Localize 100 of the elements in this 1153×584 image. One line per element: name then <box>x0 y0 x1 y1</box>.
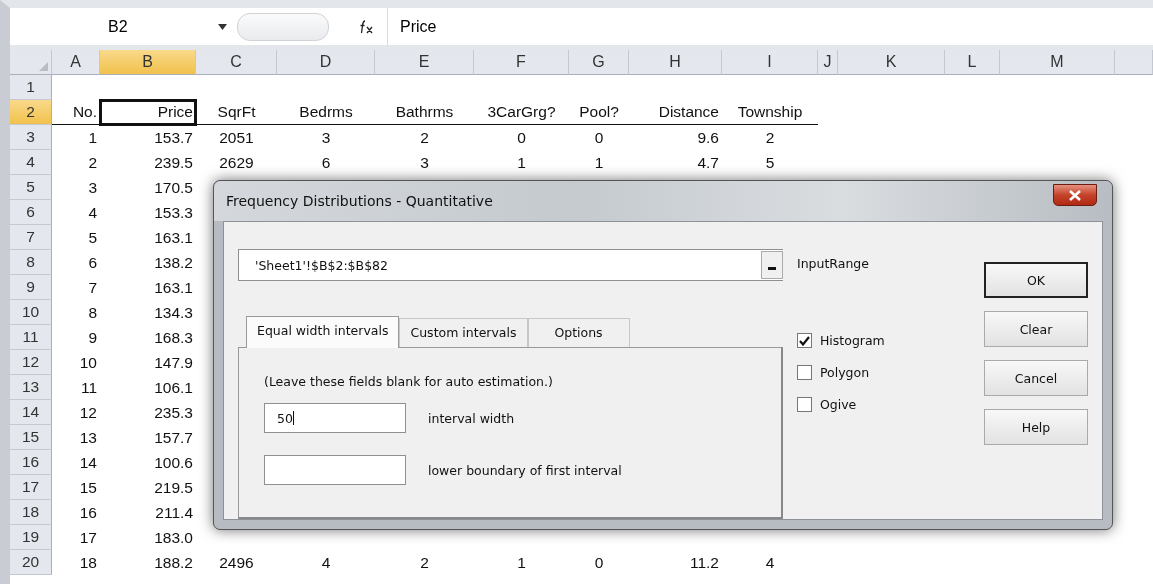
dialog-button[interactable]: Cancel <box>984 360 1088 396</box>
column-header[interactable]: A <box>52 50 100 75</box>
table-cell-text: 6 <box>87 252 98 273</box>
checkbox[interactable] <box>796 365 812 380</box>
row-header[interactable]: 18 <box>10 500 52 525</box>
table-cell-text: 7 <box>87 277 98 298</box>
row-header[interactable]: 1 <box>10 75 52 100</box>
row-header[interactable]: 6 <box>10 200 52 225</box>
column-header[interactable]: L <box>945 50 1000 75</box>
row-header[interactable]: 12 <box>10 350 52 375</box>
checkbox[interactable] <box>796 333 812 348</box>
column-header[interactable]: M <box>1000 50 1115 75</box>
table-cell-text: 2629 <box>218 152 255 173</box>
column-header[interactable]: C <box>196 50 277 75</box>
column-header[interactable]: E <box>375 50 474 75</box>
dropdown-caret-icon[interactable] <box>218 23 227 30</box>
table-cell-text: 2 <box>419 127 430 148</box>
hint-text: (Leave these fields blank for auto estimation.) <box>264 374 554 389</box>
dialog-button[interactable]: Help <box>984 409 1088 445</box>
close-icon <box>1069 189 1081 201</box>
tab[interactable]: Options <box>527 318 630 347</box>
table-cell-text: 0 <box>516 127 527 148</box>
table-cell-text: 17 <box>78 527 98 548</box>
table-cell-text: 147.9 <box>153 352 194 373</box>
name-box[interactable]: B2 <box>10 17 160 36</box>
field-label: interval width <box>428 410 515 426</box>
table-cell-text: 8 <box>87 302 98 323</box>
table-cell-text: 11.2 <box>688 552 720 573</box>
column-header[interactable]: K <box>838 50 945 75</box>
close-button[interactable] <box>1053 184 1097 206</box>
table-cell-text: 1 <box>593 152 605 173</box>
table-cell-text: 0 <box>593 552 605 573</box>
row-header[interactable]: 14 <box>10 400 52 425</box>
column-heading-cell: SqrFt <box>196 100 277 125</box>
column-header[interactable]: H <box>629 50 722 75</box>
table-cell-text: 100.6 <box>153 452 194 473</box>
table-cell-text: 134.3 <box>153 302 194 323</box>
column-header[interactable]: I <box>722 50 818 75</box>
row-header[interactable]: 20 <box>10 550 52 575</box>
column-heading-cell: Distance <box>629 100 722 125</box>
input-field[interactable] <box>264 455 406 485</box>
column-header[interactable]: J <box>818 50 838 75</box>
row-header[interactable]: 10 <box>10 300 52 325</box>
table-cell-text: 3 <box>320 127 332 148</box>
row-header[interactable]: 5 <box>10 175 52 200</box>
table-cell-text: 18 <box>78 552 98 573</box>
formula-field[interactable]: Price <box>387 8 1153 45</box>
row-header[interactable]: 7 <box>10 225 52 250</box>
table-cell-text: 5 <box>764 152 776 173</box>
table-cell-text: 2 <box>87 152 98 173</box>
active-cell: Price <box>100 100 196 125</box>
table-cell-text: 2496 <box>218 552 255 573</box>
input-range-label: InputRange <box>796 256 870 271</box>
table-cell-text: 106.1 <box>153 377 194 398</box>
table-cell-text: 11 <box>79 377 98 398</box>
column-header[interactable]: B <box>100 50 196 75</box>
table-cell-text: 4 <box>320 552 332 573</box>
row-header[interactable]: 8 <box>10 250 52 275</box>
table-cell-text: 157.7 <box>153 427 194 448</box>
column-heading-cell: Pool? <box>569 100 629 125</box>
table-cell-text: 153.3 <box>153 202 194 223</box>
row-header[interactable]: 17 <box>10 475 52 500</box>
function-icon[interactable] <box>359 19 375 34</box>
row-header[interactable]: 15 <box>10 425 52 450</box>
row-header[interactable]: 3 <box>10 125 52 150</box>
table-cell-text: 239.5 <box>153 152 194 173</box>
checkbox[interactable] <box>796 397 812 412</box>
table-cell-text: 2051 <box>218 127 255 148</box>
dash-icon <box>767 267 776 270</box>
dialog-button[interactable]: Clear <box>984 311 1088 347</box>
corner-triangle-icon <box>39 62 48 71</box>
tab[interactable]: Custom intervals <box>399 318 528 347</box>
row-header[interactable]: 4 <box>10 150 52 175</box>
row-header[interactable]: 9 <box>10 275 52 300</box>
field-label: lower boundary of first interval <box>428 462 622 478</box>
column-heading-cell: Bathrms <box>375 100 474 125</box>
table-cell-text: 211.4 <box>154 502 194 523</box>
table-cell-text: 16 <box>78 502 98 523</box>
table-cell-text: 4.7 <box>696 152 720 173</box>
table-cell-text: 1 <box>516 152 527 173</box>
row-header[interactable]: 19 <box>10 525 52 550</box>
row-header[interactable]: 2 <box>10 100 52 125</box>
checkbox-label: Ogive <box>819 397 857 412</box>
table-cell-text: 168.3 <box>153 327 194 348</box>
row-header[interactable]: 13 <box>10 375 52 400</box>
table-cell-text: 138.2 <box>153 252 194 273</box>
row-header[interactable]: 11 <box>10 325 52 350</box>
collapse-button[interactable] <box>760 251 783 279</box>
table-cell-text: 12 <box>78 402 98 423</box>
checkbox-label: Polygon <box>819 365 870 380</box>
table-cell-text: 1 <box>87 127 98 148</box>
column-header[interactable]: F <box>474 50 569 75</box>
column-header[interactable]: G <box>569 50 629 75</box>
tab[interactable]: Equal width intervals <box>246 316 400 348</box>
table-cell-text: 163.1 <box>153 277 194 298</box>
row-header[interactable]: 16 <box>10 450 52 475</box>
input-range-field[interactable]: 'Sheet1'!$B$2:$B$82 <box>238 249 783 281</box>
dialog-button[interactable]: OK <box>984 262 1088 298</box>
input-field[interactable]: 50 <box>264 403 406 433</box>
column-header[interactable]: D <box>277 50 375 75</box>
